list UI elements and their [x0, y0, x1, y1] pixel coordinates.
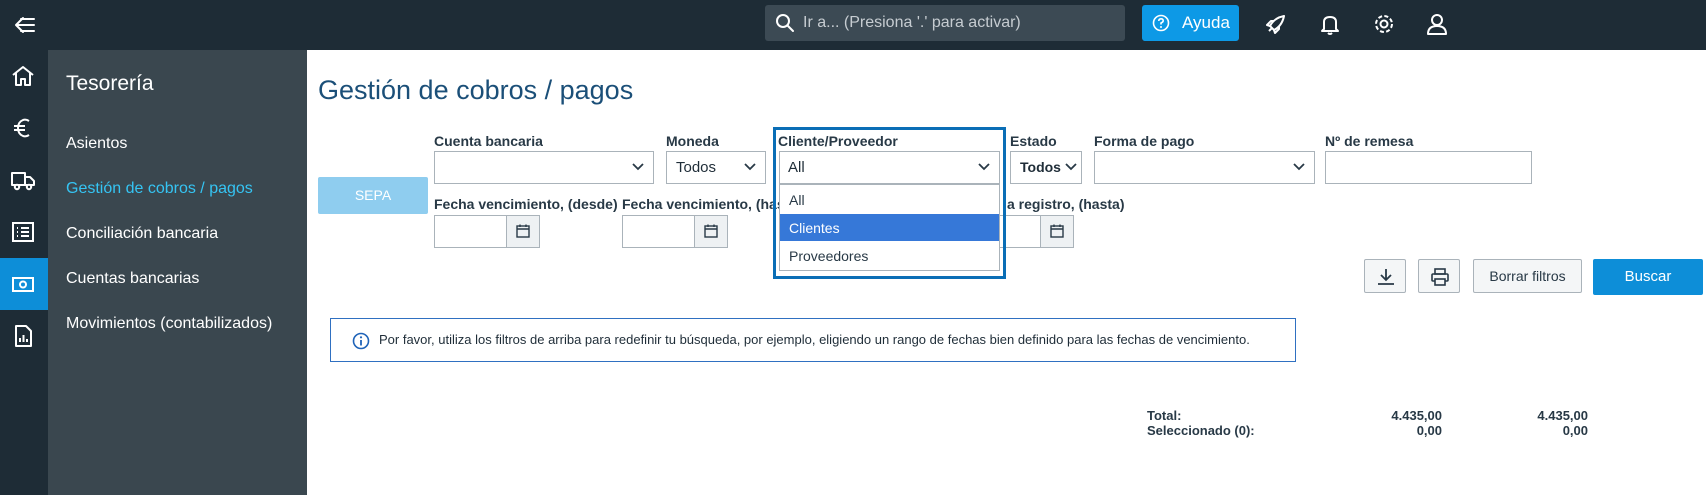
fecha-hasta-input[interactable]	[622, 215, 728, 248]
rail-item-home[interactable]	[0, 50, 48, 102]
question-icon	[1152, 14, 1170, 32]
cuenta-bancaria-select[interactable]	[434, 151, 654, 184]
chevron-down-icon	[744, 163, 756, 171]
sidebar-item-gestion-cobros-pagos[interactable]: Gestión de cobros / pagos	[66, 180, 253, 198]
sepa-button[interactable]: SEPA	[318, 177, 428, 214]
cuenta-bancaria-label: Cuenta bancaria	[434, 133, 543, 149]
list-icon	[12, 222, 34, 242]
rail-item-lists[interactable]	[0, 206, 48, 258]
moneda-label: Moneda	[666, 133, 719, 149]
fecha-hasta-label: Fecha vencimiento, (has	[622, 196, 785, 212]
info-icon	[352, 332, 370, 350]
sidebar: Tesorería Asientos Gestión de cobros / p…	[48, 50, 307, 495]
report-icon	[15, 325, 32, 347]
sidebar-item-conciliacion-bancaria[interactable]: Conciliación bancaria	[66, 225, 218, 243]
collapse-menu-button[interactable]	[8, 10, 38, 40]
registro-hasta-label: a registro, (hasta)	[1007, 196, 1125, 212]
seleccionado-value-1: 0,00	[1416, 423, 1442, 438]
buscar-button[interactable]: Buscar	[1593, 259, 1703, 295]
search-placeholder: Ir a... (Presiona '.' para activar)	[803, 14, 1021, 31]
rail-item-logistics[interactable]	[0, 154, 48, 206]
help-label: Ayuda	[1182, 13, 1230, 32]
dropdown-option-proveedores[interactable]: Proveedores	[780, 242, 999, 269]
user-icon	[1427, 14, 1447, 35]
calendar-icon	[516, 224, 530, 238]
total-label: Total:	[1147, 408, 1182, 423]
fecha-desde-input[interactable]	[434, 215, 540, 248]
rail-item-reports[interactable]	[0, 310, 48, 362]
help-button[interactable]: Ayuda	[1142, 5, 1239, 41]
bell-icon	[1321, 16, 1339, 35]
top-bar: Ir a... (Presiona '.' para activar) Ayud…	[0, 0, 1706, 50]
fecha-hasta-calendar-button[interactable]	[694, 216, 727, 247]
seleccionado-label: Seleccionado (0):	[1147, 423, 1255, 438]
info-message-text: Por favor, utiliza los filtros de arriba…	[379, 332, 1250, 347]
home-icon	[12, 66, 34, 86]
estado-label: Estado	[1010, 133, 1057, 149]
total-value-2: 4.435,00	[1537, 408, 1588, 423]
seleccionado-value-2: 0,00	[1562, 423, 1588, 438]
chevron-down-icon	[632, 163, 644, 171]
registro-hasta-calendar-button[interactable]	[1040, 216, 1073, 247]
info-message-box: Por favor, utiliza los filtros de arriba…	[330, 318, 1296, 362]
dropdown-option-all[interactable]: All	[780, 186, 999, 213]
user-button[interactable]	[1423, 10, 1451, 38]
sidebar-item-movimientos[interactable]: Movimientos (contabilizados)	[66, 315, 272, 333]
main-content: Gestión de cobros / pagos SEPA Cuenta ba…	[307, 50, 1706, 495]
sidebar-item-cuentas-bancarias[interactable]: Cuentas bancarias	[66, 270, 199, 288]
forma-pago-label: Forma de pago	[1094, 133, 1195, 149]
settings-button[interactable]	[1370, 10, 1398, 38]
calendar-icon	[704, 224, 718, 238]
rocket-button[interactable]	[1262, 10, 1290, 38]
cliente-proveedor-dropdown: All Clientes Proveedores	[779, 184, 1000, 271]
notifications-button[interactable]	[1316, 10, 1344, 38]
fecha-desde-label: Fecha vencimiento, (desde)	[434, 196, 618, 212]
rocket-icon	[1266, 15, 1285, 34]
cash-icon	[12, 277, 34, 292]
print-button[interactable]	[1418, 259, 1460, 293]
forma-pago-select[interactable]	[1094, 151, 1315, 184]
search-icon	[776, 14, 794, 32]
arrow-left-menu-icon	[15, 17, 35, 33]
fecha-desde-calendar-button[interactable]	[506, 216, 539, 247]
printer-icon	[1431, 268, 1449, 286]
total-value-1: 4.435,00	[1391, 408, 1442, 423]
chevron-down-icon	[1065, 163, 1077, 171]
remesa-input[interactable]	[1325, 151, 1532, 184]
dropdown-option-clientes[interactable]: Clientes	[780, 214, 999, 241]
estado-select[interactable]: Todos	[1010, 151, 1082, 184]
euro-icon	[14, 118, 30, 138]
truck-icon	[11, 172, 35, 191]
chevron-down-icon	[1293, 163, 1305, 171]
sidebar-title: Tesorería	[66, 72, 154, 95]
moneda-value: Todos	[676, 159, 717, 176]
rail-item-treasury[interactable]	[0, 258, 48, 310]
download-button[interactable]	[1364, 259, 1406, 293]
rail-item-finance[interactable]	[0, 102, 48, 154]
gear-icon	[1375, 15, 1393, 33]
icon-rail	[0, 50, 48, 495]
sidebar-item-asientos[interactable]: Asientos	[66, 135, 127, 153]
search-input[interactable]: Ir a... (Presiona '.' para activar)	[765, 5, 1125, 41]
download-icon	[1378, 269, 1394, 285]
calendar-icon	[1050, 224, 1064, 238]
borrar-filtros-button[interactable]: Borrar filtros	[1473, 259, 1582, 293]
page-title: Gestión de cobros / pagos	[318, 75, 634, 105]
remesa-label: Nº de remesa	[1325, 133, 1414, 149]
moneda-select[interactable]: Todos	[666, 151, 766, 184]
estado-value: Todos	[1020, 159, 1061, 175]
